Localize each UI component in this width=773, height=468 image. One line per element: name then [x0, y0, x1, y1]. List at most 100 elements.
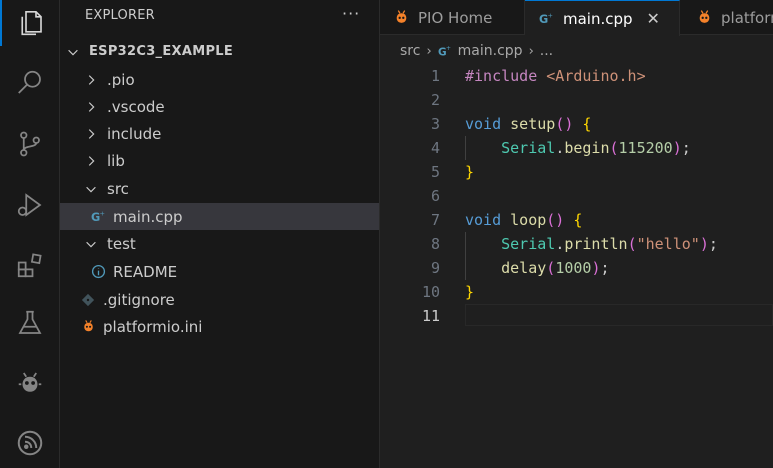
tree-item-platformio-ini[interactable]: platformio.ini: [60, 313, 379, 340]
platformio-icon: [392, 9, 410, 27]
tree-item-src[interactable]: src: [60, 175, 379, 202]
code-token: ;: [708, 235, 718, 253]
code-line[interactable]: #include <Arduino.h>: [465, 64, 646, 88]
chevron-down-icon: [84, 237, 98, 251]
activity-bar: [0, 0, 60, 468]
code-token: (): [555, 115, 583, 133]
chevron-right-icon: [84, 154, 98, 168]
code-token: .: [555, 235, 565, 253]
line-number: 11: [421, 307, 440, 325]
tab-label: main.cpp: [563, 9, 633, 28]
line-number: 4: [430, 139, 440, 157]
code-token: void: [465, 211, 511, 229]
testing-activity-button[interactable]: [0, 300, 60, 346]
tree-item-readme[interactable]: README: [60, 258, 379, 285]
code-line[interactable]: void setup() {: [465, 112, 591, 136]
current-line-highlight: [465, 304, 773, 326]
tab-label: platformio.ini: [721, 8, 773, 27]
chevron-down-icon: [84, 182, 98, 196]
run-debug-activity-button[interactable]: [0, 182, 60, 228]
svg-text:+: +: [99, 210, 105, 218]
code-token: ;: [681, 139, 691, 157]
code-token: .: [555, 139, 565, 157]
code-editor[interactable]: 1 2 3 4 5 6 7 8 9 10 11 #include <Arduino.h> void s…: [380, 64, 773, 468]
code-line[interactable]: void loop() {: [465, 208, 582, 232]
code-token: Serial: [501, 235, 556, 253]
code-token: Serial: [501, 139, 556, 157]
platformio-icon: [80, 319, 96, 335]
tree-item-label: .gitignore: [103, 290, 175, 309]
code-line[interactable]: Serial.begin(115200);: [465, 136, 691, 160]
tab-pio-home[interactable]: PIO Home: [380, 0, 525, 35]
tree-item-label: src: [107, 179, 129, 198]
code-token: (): [546, 211, 574, 229]
tree-item-vscode[interactable]: .vscode: [60, 93, 379, 120]
code-token: 115200: [618, 139, 673, 157]
code-token: #include: [465, 67, 547, 85]
code-token: <Arduino.h>: [546, 67, 646, 85]
code-token: setup: [510, 115, 556, 133]
code-token: delay: [501, 259, 547, 277]
line-number: 2: [430, 91, 440, 109]
code-token: 1000: [555, 259, 592, 277]
code-token: "hello": [636, 235, 700, 253]
chevron-right-icon: [84, 100, 98, 114]
tree-item-include[interactable]: include: [60, 120, 379, 147]
code-token: {: [573, 211, 583, 229]
code-line[interactable]: Serial.println("hello");: [465, 232, 718, 256]
code-line[interactable]: }: [465, 160, 474, 184]
tree-item-label: .vscode: [107, 97, 165, 116]
code-token: }: [465, 283, 475, 301]
tree-item-label: .pio: [107, 70, 135, 89]
tree-item-label: include: [107, 124, 162, 143]
tree-item-pio[interactable]: .pio: [60, 66, 379, 93]
explorer-activity-button[interactable]: [0, 0, 60, 46]
line-number: 9: [430, 259, 440, 277]
tree-item-label: README: [113, 262, 178, 281]
code-line[interactable]: }: [465, 280, 474, 304]
tree-item-main-cpp[interactable]: G + main.cpp: [60, 203, 379, 230]
code-token: ): [699, 235, 709, 253]
git-icon: [80, 292, 96, 308]
line-number: 7: [430, 211, 440, 229]
breadcrumb-more[interactable]: ...: [540, 43, 553, 59]
platformio-alien-icon: [18, 372, 42, 392]
breadcrumb-file[interactable]: G + main.cpp: [438, 43, 523, 59]
code-token: (: [546, 259, 556, 277]
espressif-activity-button[interactable]: [0, 420, 60, 466]
code-token: loop: [510, 211, 547, 229]
extensions-activity-button[interactable]: [0, 242, 60, 288]
tree-item-label: lib: [107, 151, 125, 170]
tab-label: PIO Home: [418, 8, 493, 27]
search-activity-button[interactable]: [0, 60, 60, 106]
line-number: 5: [430, 163, 440, 181]
svg-text:+: +: [547, 12, 553, 20]
tab-main-cpp[interactable]: G + main.cpp ✕: [525, 0, 680, 36]
tree-item-lib[interactable]: lib: [60, 147, 379, 174]
chevron-right-icon: [84, 127, 98, 141]
tree-item-label: platformio.ini: [103, 317, 203, 336]
code-line[interactable]: delay(1000);: [465, 256, 609, 280]
line-number: 6: [430, 187, 440, 205]
platformio-icon: [696, 9, 713, 27]
source-control-activity-button[interactable]: [0, 121, 60, 167]
extensions-icon: [17, 253, 42, 278]
tree-item-test[interactable]: test: [60, 230, 379, 257]
run-debug-icon: [17, 193, 42, 217]
tree-item-label: main.cpp: [113, 207, 183, 226]
info-icon: [90, 264, 106, 280]
chevron-down-icon: [66, 45, 80, 59]
breadcrumb-folder[interactable]: src: [400, 43, 420, 59]
explorer-more-actions[interactable]: ···: [342, 4, 360, 23]
tab-platformio-ini[interactable]: platformio.ini: [680, 0, 773, 35]
line-number: 3: [430, 115, 440, 133]
project-folder[interactable]: ESP32C3_EXAMPLE: [60, 38, 379, 65]
code-token: void: [465, 115, 511, 133]
close-icon[interactable]: ✕: [647, 9, 660, 28]
project-folder-label: ESP32C3_EXAMPLE: [89, 44, 234, 59]
tree-item-gitignore[interactable]: .gitignore: [60, 286, 379, 313]
breadcrumb-file-label: main.cpp: [457, 43, 523, 59]
platformio-activity-button[interactable]: [0, 360, 60, 406]
espressif-icon: [17, 430, 43, 456]
